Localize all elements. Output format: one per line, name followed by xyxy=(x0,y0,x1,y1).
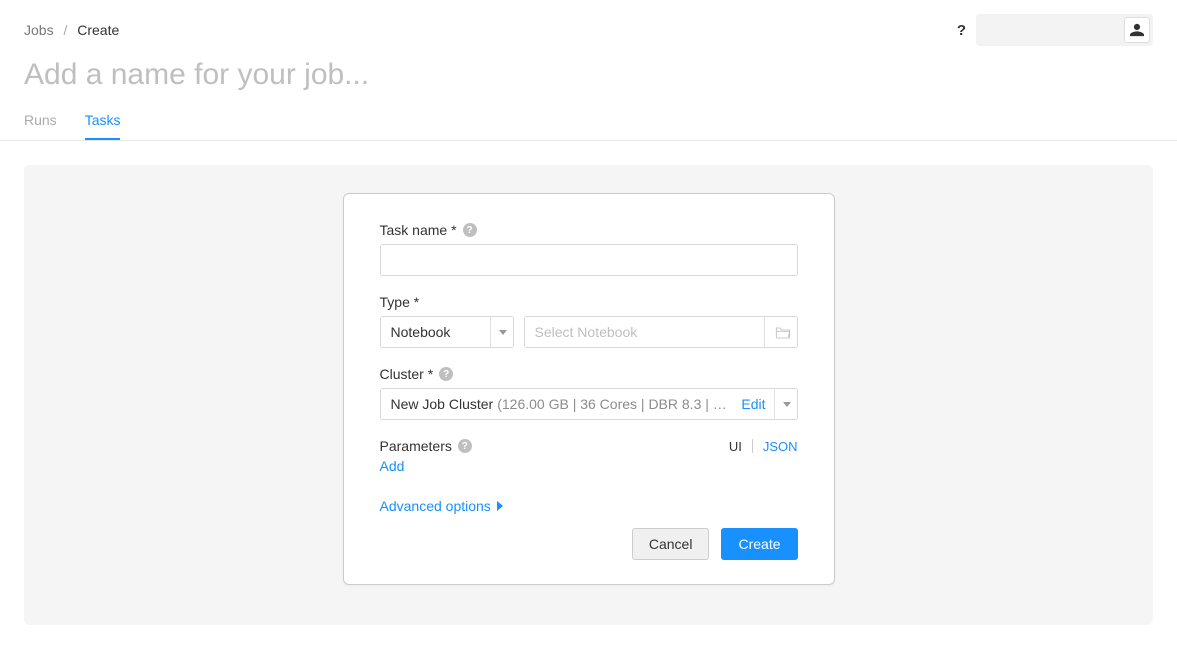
user-name-placeholder xyxy=(986,20,1116,40)
breadcrumb-jobs[interactable]: Jobs xyxy=(24,22,54,38)
advanced-options-label: Advanced options xyxy=(380,498,491,514)
type-label: Type * xyxy=(380,294,420,310)
breadcrumb: Jobs / Create xyxy=(24,22,119,38)
cluster-select[interactable]: New Job Cluster (126.00 GB | 36 Cores | … xyxy=(380,388,798,420)
cluster-name: New Job Cluster xyxy=(391,396,494,412)
task-name-help-icon[interactable]: ? xyxy=(463,223,477,237)
notebook-select[interactable]: Select Notebook xyxy=(524,316,798,348)
parameters-add-link[interactable]: Add xyxy=(380,458,405,474)
task-name-input[interactable] xyxy=(380,244,798,276)
advanced-options-toggle[interactable]: Advanced options xyxy=(380,498,503,514)
type-select[interactable]: Notebook xyxy=(380,316,514,348)
cluster-edit-link[interactable]: Edit xyxy=(741,396,765,412)
job-name-input[interactable] xyxy=(24,58,1153,92)
divider xyxy=(752,439,753,453)
parameters-label: Parameters xyxy=(380,438,452,454)
task-card: Task name * ? Type * Notebook Select Not… xyxy=(343,193,835,585)
tab-runs[interactable]: Runs xyxy=(24,112,57,140)
avatar xyxy=(1124,17,1150,43)
help-icon[interactable]: ? xyxy=(957,22,966,39)
cluster-label: Cluster * xyxy=(380,366,434,382)
folder-open-icon xyxy=(764,317,791,347)
breadcrumb-separator: / xyxy=(63,22,67,38)
tab-tasks[interactable]: Tasks xyxy=(85,112,121,140)
params-mode-ui[interactable]: UI xyxy=(729,439,742,454)
notebook-placeholder: Select Notebook xyxy=(535,324,638,340)
params-mode-json[interactable]: JSON xyxy=(763,439,798,454)
type-value: Notebook xyxy=(391,324,451,340)
chevron-down-icon xyxy=(499,330,507,335)
breadcrumb-current: Create xyxy=(77,22,119,38)
create-button[interactable]: Create xyxy=(721,528,797,560)
chevron-right-icon xyxy=(497,501,503,511)
cluster-details: (126.00 GB | 36 Cores | DBR 8.3 | Sp… xyxy=(497,396,733,412)
chevron-down-icon xyxy=(783,402,791,407)
cluster-help-icon[interactable]: ? xyxy=(439,367,453,381)
parameters-help-icon[interactable]: ? xyxy=(458,439,472,453)
user-menu[interactable] xyxy=(976,14,1153,46)
task-name-label: Task name * xyxy=(380,222,457,238)
cancel-button[interactable]: Cancel xyxy=(632,528,710,560)
